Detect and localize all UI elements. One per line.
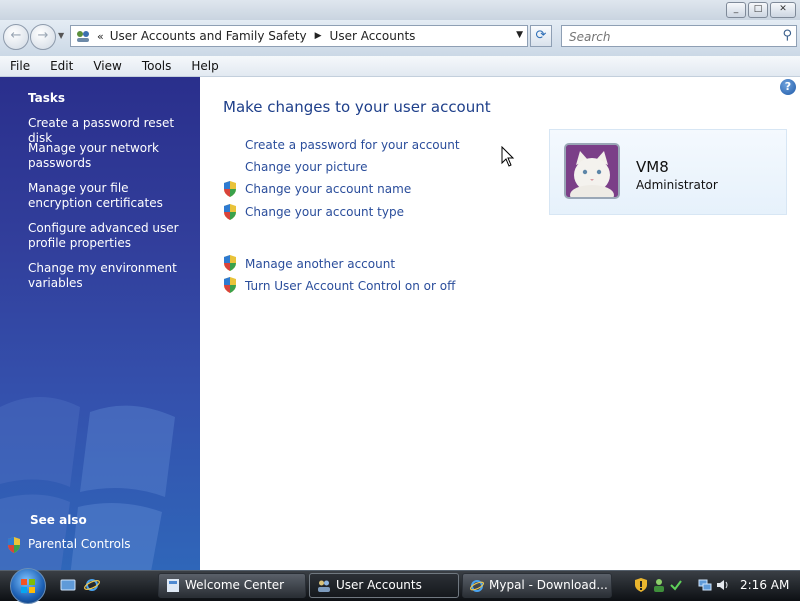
task-change-environment-variables[interactable]: Change my environment variables [28,261,188,291]
menu-help[interactable]: Help [181,56,228,76]
tasks-heading: Tasks [28,91,66,105]
breadcrumb-user-accounts-and-family-safety[interactable]: User Accounts and Family Safety [110,29,307,43]
taskbar-button-label: Mypal - Download... [489,578,608,592]
account-role: Administrator [636,178,718,192]
navigation-bar: ← → ▼ « User Accounts and Family Safety … [0,20,800,57]
close-button[interactable]: ✕ [770,2,796,18]
uac-toggle-link[interactable]: Turn User Account Control on or off [245,279,455,293]
task-configure-advanced-user-profile[interactable]: Configure advanced user profile properti… [28,221,188,251]
search-input[interactable] [567,27,771,47]
maximize-button[interactable]: □ [748,2,768,18]
address-bar[interactable]: « User Accounts and Family Safety ▶ User… [70,25,528,47]
security-shield-tray-icon[interactable] [634,578,648,592]
show-desktop-icon[interactable] [60,577,76,593]
search-icon[interactable]: ⚲ [782,28,792,43]
manage-another-account-link[interactable]: Manage another account [245,257,395,271]
change-picture-link[interactable]: Change your picture [245,160,367,174]
menu-view[interactable]: View [83,56,131,76]
mypal-browser-icon [470,580,484,592]
change-account-type-link[interactable]: Change your account type [245,205,404,219]
volume-tray-icon[interactable] [716,578,730,592]
internet-explorer-icon[interactable] [84,577,100,593]
window-controls: _ □ ✕ [726,2,796,18]
refresh-button[interactable]: ⟳ [530,25,552,47]
taskbar: Welcome Center User Accounts Mypal - Dow… [0,568,800,604]
uac-shield-icon [224,181,236,197]
parental-controls-link[interactable]: Parental Controls [28,537,131,551]
window-title-bar: _ □ ✕ [0,0,800,20]
start-button[interactable] [10,568,46,604]
windows-logo-icon [21,579,35,593]
uac-shield-icon [224,255,236,271]
taskbar-button-user-accounts[interactable]: User Accounts [309,573,459,598]
taskbar-button-label: User Accounts [336,578,422,592]
uac-shield-icon [224,277,236,293]
taskbar-button-mypal[interactable]: Mypal - Download... [462,573,612,598]
mouse-pointer-icon [501,146,515,167]
white-cat-picture-icon[interactable] [564,143,620,199]
breadcrumb-user-accounts[interactable]: User Accounts [330,29,416,43]
content-pane: ? Make changes to your user account Crea… [200,77,800,570]
system-clock[interactable]: 2:16 AM [740,578,789,592]
search-box[interactable]: ⚲ [561,25,797,47]
minimize-button[interactable]: _ [726,2,746,18]
help-icon[interactable]: ? [780,79,796,95]
recent-pages-chevron-down-icon[interactable]: ▼ [58,31,64,40]
change-account-name-link[interactable]: Change your account name [245,182,411,196]
breadcrumb-overflow-icon[interactable]: « [97,30,104,43]
see-also-heading: See also [30,513,87,527]
page-title: Make changes to your user account [223,98,491,116]
address-dropdown-icon[interactable]: ▼ [516,30,523,40]
breadcrumb-separator-icon[interactable]: ▶ [315,31,322,41]
taskbar-button-welcome-center[interactable]: Welcome Center [158,573,306,598]
uac-shield-icon [224,204,236,220]
user-accounts-icon [318,580,330,592]
account-name: VM8 [636,158,669,176]
menu-file[interactable]: File [0,56,40,76]
account-card: VM8 Administrator [549,129,787,215]
control-panel-icon [75,28,91,44]
task-pane: Tasks Create a password reset disk Manag… [0,77,200,570]
create-password-link[interactable]: Create a password for your account [245,138,460,152]
taskbar-button-label: Welcome Center [185,578,285,592]
task-manage-network-passwords[interactable]: Manage your network passwords [28,141,188,171]
status-check-tray-icon[interactable] [669,578,683,592]
menu-bar: File Edit View Tools Help [0,56,800,77]
menu-tools[interactable]: Tools [132,56,182,76]
network-tray-icon[interactable] [698,578,712,592]
parental-controls-shield-icon [8,537,20,553]
user-tray-icon[interactable] [652,578,666,592]
back-button[interactable]: ← [3,24,29,50]
forward-button[interactable]: → [30,24,56,50]
welcome-center-icon [167,579,179,592]
task-manage-file-encryption-certificates[interactable]: Manage your file encryption certificates [28,181,188,211]
menu-edit[interactable]: Edit [40,56,83,76]
